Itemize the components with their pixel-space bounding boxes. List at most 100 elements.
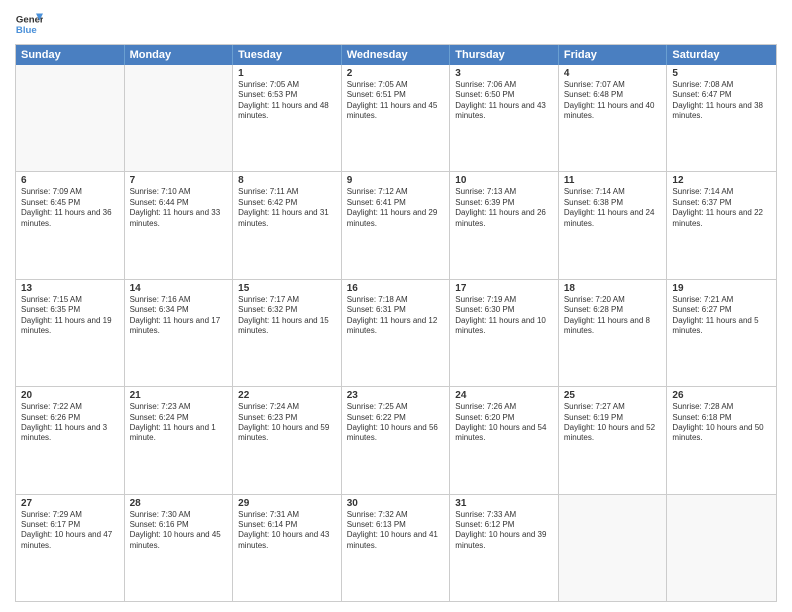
day-number: 15 bbox=[238, 283, 336, 294]
calendar-cell: 18Sunrise: 7:20 AM Sunset: 6:28 PM Dayli… bbox=[559, 280, 668, 386]
calendar-cell: 6Sunrise: 7:09 AM Sunset: 6:45 PM Daylig… bbox=[16, 172, 125, 278]
calendar-cell bbox=[16, 65, 125, 171]
page: General Blue SundayMondayTuesdayWednesda… bbox=[0, 0, 792, 612]
day-number: 17 bbox=[455, 283, 553, 294]
calendar-cell: 30Sunrise: 7:32 AM Sunset: 6:13 PM Dayli… bbox=[342, 495, 451, 601]
day-info: Sunrise: 7:05 AM Sunset: 6:53 PM Dayligh… bbox=[238, 80, 336, 122]
calendar-cell bbox=[667, 495, 776, 601]
calendar-cell: 24Sunrise: 7:26 AM Sunset: 6:20 PM Dayli… bbox=[450, 387, 559, 493]
day-info: Sunrise: 7:12 AM Sunset: 6:41 PM Dayligh… bbox=[347, 187, 445, 229]
calendar: SundayMondayTuesdayWednesdayThursdayFrid… bbox=[15, 44, 777, 602]
day-info: Sunrise: 7:28 AM Sunset: 6:18 PM Dayligh… bbox=[672, 402, 771, 444]
weekday-header-wednesday: Wednesday bbox=[342, 45, 451, 65]
day-number: 14 bbox=[130, 283, 228, 294]
logo-icon: General Blue bbox=[15, 10, 43, 38]
day-number: 13 bbox=[21, 283, 119, 294]
day-number: 19 bbox=[672, 283, 771, 294]
day-info: Sunrise: 7:31 AM Sunset: 6:14 PM Dayligh… bbox=[238, 510, 336, 552]
day-number: 1 bbox=[238, 68, 336, 79]
calendar-cell: 10Sunrise: 7:13 AM Sunset: 6:39 PM Dayli… bbox=[450, 172, 559, 278]
day-info: Sunrise: 7:23 AM Sunset: 6:24 PM Dayligh… bbox=[130, 402, 228, 444]
calendar-cell: 28Sunrise: 7:30 AM Sunset: 6:16 PM Dayli… bbox=[125, 495, 234, 601]
day-info: Sunrise: 7:26 AM Sunset: 6:20 PM Dayligh… bbox=[455, 402, 553, 444]
day-number: 30 bbox=[347, 498, 445, 509]
weekday-header-tuesday: Tuesday bbox=[233, 45, 342, 65]
day-number: 5 bbox=[672, 68, 771, 79]
day-info: Sunrise: 7:14 AM Sunset: 6:37 PM Dayligh… bbox=[672, 187, 771, 229]
day-number: 9 bbox=[347, 175, 445, 186]
calendar-cell: 13Sunrise: 7:15 AM Sunset: 6:35 PM Dayli… bbox=[16, 280, 125, 386]
calendar-header: SundayMondayTuesdayWednesdayThursdayFrid… bbox=[16, 45, 776, 65]
day-info: Sunrise: 7:09 AM Sunset: 6:45 PM Dayligh… bbox=[21, 187, 119, 229]
calendar-cell: 12Sunrise: 7:14 AM Sunset: 6:37 PM Dayli… bbox=[667, 172, 776, 278]
day-info: Sunrise: 7:15 AM Sunset: 6:35 PM Dayligh… bbox=[21, 295, 119, 337]
weekday-header-friday: Friday bbox=[559, 45, 668, 65]
day-number: 4 bbox=[564, 68, 662, 79]
weekday-header-sunday: Sunday bbox=[16, 45, 125, 65]
day-number: 29 bbox=[238, 498, 336, 509]
calendar-cell: 9Sunrise: 7:12 AM Sunset: 6:41 PM Daylig… bbox=[342, 172, 451, 278]
calendar-cell: 3Sunrise: 7:06 AM Sunset: 6:50 PM Daylig… bbox=[450, 65, 559, 171]
calendar-cell: 8Sunrise: 7:11 AM Sunset: 6:42 PM Daylig… bbox=[233, 172, 342, 278]
calendar-cell: 2Sunrise: 7:05 AM Sunset: 6:51 PM Daylig… bbox=[342, 65, 451, 171]
calendar-cell: 16Sunrise: 7:18 AM Sunset: 6:31 PM Dayli… bbox=[342, 280, 451, 386]
calendar-cell: 22Sunrise: 7:24 AM Sunset: 6:23 PM Dayli… bbox=[233, 387, 342, 493]
day-info: Sunrise: 7:22 AM Sunset: 6:26 PM Dayligh… bbox=[21, 402, 119, 444]
day-number: 24 bbox=[455, 390, 553, 401]
day-info: Sunrise: 7:24 AM Sunset: 6:23 PM Dayligh… bbox=[238, 402, 336, 444]
calendar-cell bbox=[559, 495, 668, 601]
day-number: 6 bbox=[21, 175, 119, 186]
logo: General Blue bbox=[15, 10, 43, 38]
calendar-cell: 31Sunrise: 7:33 AM Sunset: 6:12 PM Dayli… bbox=[450, 495, 559, 601]
day-info: Sunrise: 7:30 AM Sunset: 6:16 PM Dayligh… bbox=[130, 510, 228, 552]
calendar-body: 1Sunrise: 7:05 AM Sunset: 6:53 PM Daylig… bbox=[16, 65, 776, 601]
day-number: 7 bbox=[130, 175, 228, 186]
day-info: Sunrise: 7:19 AM Sunset: 6:30 PM Dayligh… bbox=[455, 295, 553, 337]
weekday-header-monday: Monday bbox=[125, 45, 234, 65]
day-info: Sunrise: 7:10 AM Sunset: 6:44 PM Dayligh… bbox=[130, 187, 228, 229]
calendar-cell: 1Sunrise: 7:05 AM Sunset: 6:53 PM Daylig… bbox=[233, 65, 342, 171]
calendar-cell: 14Sunrise: 7:16 AM Sunset: 6:34 PM Dayli… bbox=[125, 280, 234, 386]
day-info: Sunrise: 7:08 AM Sunset: 6:47 PM Dayligh… bbox=[672, 80, 771, 122]
day-number: 12 bbox=[672, 175, 771, 186]
calendar-cell: 29Sunrise: 7:31 AM Sunset: 6:14 PM Dayli… bbox=[233, 495, 342, 601]
day-number: 31 bbox=[455, 498, 553, 509]
day-number: 3 bbox=[455, 68, 553, 79]
calendar-cell: 21Sunrise: 7:23 AM Sunset: 6:24 PM Dayli… bbox=[125, 387, 234, 493]
day-info: Sunrise: 7:17 AM Sunset: 6:32 PM Dayligh… bbox=[238, 295, 336, 337]
day-info: Sunrise: 7:21 AM Sunset: 6:27 PM Dayligh… bbox=[672, 295, 771, 337]
calendar-cell bbox=[125, 65, 234, 171]
day-number: 23 bbox=[347, 390, 445, 401]
day-info: Sunrise: 7:32 AM Sunset: 6:13 PM Dayligh… bbox=[347, 510, 445, 552]
weekday-header-thursday: Thursday bbox=[450, 45, 559, 65]
day-number: 18 bbox=[564, 283, 662, 294]
calendar-cell: 19Sunrise: 7:21 AM Sunset: 6:27 PM Dayli… bbox=[667, 280, 776, 386]
week-row-3: 13Sunrise: 7:15 AM Sunset: 6:35 PM Dayli… bbox=[16, 280, 776, 387]
day-number: 28 bbox=[130, 498, 228, 509]
calendar-cell: 27Sunrise: 7:29 AM Sunset: 6:17 PM Dayli… bbox=[16, 495, 125, 601]
weekday-header-saturday: Saturday bbox=[667, 45, 776, 65]
week-row-5: 27Sunrise: 7:29 AM Sunset: 6:17 PM Dayli… bbox=[16, 495, 776, 601]
calendar-cell: 7Sunrise: 7:10 AM Sunset: 6:44 PM Daylig… bbox=[125, 172, 234, 278]
calendar-cell: 25Sunrise: 7:27 AM Sunset: 6:19 PM Dayli… bbox=[559, 387, 668, 493]
day-info: Sunrise: 7:16 AM Sunset: 6:34 PM Dayligh… bbox=[130, 295, 228, 337]
calendar-cell: 4Sunrise: 7:07 AM Sunset: 6:48 PM Daylig… bbox=[559, 65, 668, 171]
day-info: Sunrise: 7:13 AM Sunset: 6:39 PM Dayligh… bbox=[455, 187, 553, 229]
day-info: Sunrise: 7:05 AM Sunset: 6:51 PM Dayligh… bbox=[347, 80, 445, 122]
day-info: Sunrise: 7:11 AM Sunset: 6:42 PM Dayligh… bbox=[238, 187, 336, 229]
calendar-cell: 15Sunrise: 7:17 AM Sunset: 6:32 PM Dayli… bbox=[233, 280, 342, 386]
day-info: Sunrise: 7:06 AM Sunset: 6:50 PM Dayligh… bbox=[455, 80, 553, 122]
day-number: 10 bbox=[455, 175, 553, 186]
day-info: Sunrise: 7:18 AM Sunset: 6:31 PM Dayligh… bbox=[347, 295, 445, 337]
calendar-cell: 11Sunrise: 7:14 AM Sunset: 6:38 PM Dayli… bbox=[559, 172, 668, 278]
week-row-4: 20Sunrise: 7:22 AM Sunset: 6:26 PM Dayli… bbox=[16, 387, 776, 494]
day-info: Sunrise: 7:14 AM Sunset: 6:38 PM Dayligh… bbox=[564, 187, 662, 229]
day-number: 22 bbox=[238, 390, 336, 401]
week-row-1: 1Sunrise: 7:05 AM Sunset: 6:53 PM Daylig… bbox=[16, 65, 776, 172]
day-number: 20 bbox=[21, 390, 119, 401]
week-row-2: 6Sunrise: 7:09 AM Sunset: 6:45 PM Daylig… bbox=[16, 172, 776, 279]
day-number: 8 bbox=[238, 175, 336, 186]
day-number: 27 bbox=[21, 498, 119, 509]
header: General Blue bbox=[15, 10, 777, 38]
day-info: Sunrise: 7:25 AM Sunset: 6:22 PM Dayligh… bbox=[347, 402, 445, 444]
